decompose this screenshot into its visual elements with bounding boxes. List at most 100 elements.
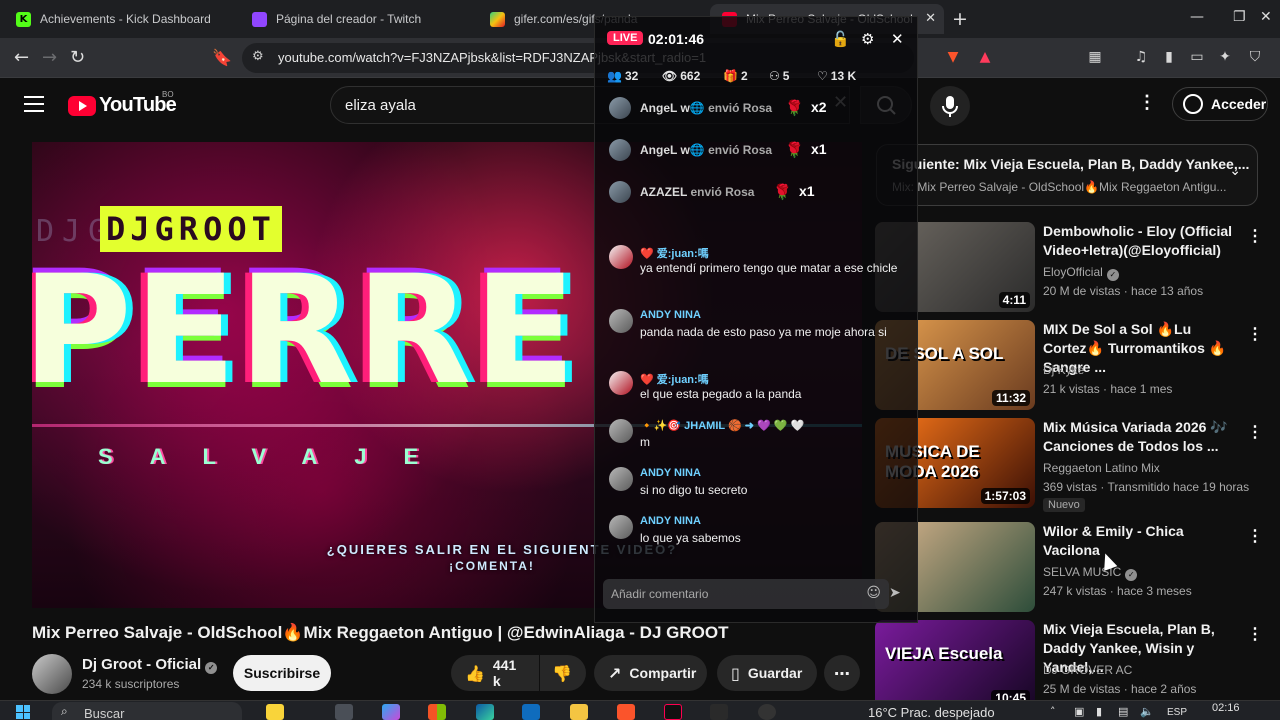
recommendation-card[interactable]: 4:11 Dembowholic - Eloy (Official Video+l… [875,222,1265,314]
site-info-icon[interactable]: ⚙ [252,49,264,64]
recommendation-card[interactable]: DE SOL A SOL 11:32 MIX De Sol a Sol 🔥Lu Co… [875,320,1265,412]
menu-icon[interactable] [24,96,44,112]
more-actions-button[interactable]: ⋯ [824,655,860,691]
comment-input[interactable]: Añadir comentario ☺ [603,579,889,609]
recommendation-card[interactable]: Wilor & Emily - Chica Vacilona SELVA MUSI… [875,522,1265,614]
tiktok-studio-icon[interactable] [710,704,728,720]
weather-widget[interactable]: 16°C Prac. despejado [868,705,995,720]
reload-icon[interactable]: ↻ [70,47,85,68]
edge-icon[interactable] [476,704,494,720]
windows-start-icon[interactable] [16,705,30,719]
minimize-icon[interactable]: — [1190,9,1204,25]
recommendation-title[interactable]: Wilor & Emily - Chica Vacilona [1043,522,1238,560]
save-button[interactable]: ▯ Guardar [717,655,817,691]
more-options-icon[interactable]: ⋮ [1247,526,1263,546]
forward-icon[interactable]: → [42,47,57,68]
dislike-button[interactable]: 👎 [540,655,586,691]
more-options-icon[interactable]: ⋮ [1247,324,1263,344]
usb-icon[interactable]: ▮ [1096,705,1102,718]
video-title: Mix Perreo Salvaje - OldSchool🔥Mix Regga… [32,623,729,642]
restore-icon[interactable]: ❐ [1233,9,1246,25]
task-view-icon[interactable] [335,704,353,720]
verified-check-icon: ✓ [1106,269,1119,281]
video-thumbnail[interactable]: VIEJA Escuela 10:45 [875,620,1035,710]
chat-avatar [609,467,633,491]
tab-kick[interactable]: K Achievements - Kick Dashboard [4,4,232,34]
file-explorer-icon[interactable] [570,704,588,720]
gift-count: x1 [811,141,827,157]
speaker-icon[interactable]: 🔈 [1140,705,1154,718]
recommendation-card[interactable]: VIEJA Escuela 10:45 Mix Vieja Escuela, Pla… [875,620,1265,712]
reader-mode-icon[interactable]: ▦ [1086,48,1104,66]
taskbar-search[interactable]: ⌕ Buscar [52,702,242,720]
send-icon[interactable]: ➤ [889,585,901,601]
recommendation-title[interactable]: Dembowholic - Eloy (Official Video+letra… [1043,222,1238,260]
up-next-panel[interactable]: Siguiente: Mix Vieja Escuela, Plan B, Da… [876,144,1258,206]
gifter-name: AZAZEL [640,185,688,199]
brave-browser-icon[interactable] [617,704,635,720]
thumbs-down-icon: 👎 [552,663,572,683]
chat-avatar [609,245,633,269]
tab-label: Página del creador - Twitch [276,12,422,26]
youtube-logo[interactable]: YouTube [68,94,177,117]
tray-app2-icon[interactable]: ▤ [1118,705,1128,718]
recommendation-card[interactable]: MUSICA DE MODA 2026 1:57:03 Mix Música Var… [875,418,1265,512]
bookmark-icon[interactable]: 🔖 [212,48,232,67]
wallet-icon[interactable]: ▭ [1188,48,1206,66]
obs-icon[interactable] [758,704,776,720]
chevron-down-icon[interactable]: ⌄ [1229,163,1241,179]
clock[interactable]: 02:16 [1212,702,1240,714]
like-button[interactable]: 👍 441 k [451,655,539,691]
microsoft-store-icon[interactable] [428,704,446,720]
outlook-icon[interactable] [522,704,540,720]
lock-icon[interactable]: 🔓 [831,30,850,48]
chat-username: ❤️ 爱:juan:嗎 [640,248,709,260]
voice-search-button[interactable] [930,86,970,126]
brave-rewards-icon[interactable]: ▲ [976,48,994,66]
tiktok-icon[interactable] [664,704,682,720]
gift-notification: AZAZEL envió Rosa 🌹 x1 [609,181,909,205]
recommendation-channel[interactable]: DJ GROVER AC [1043,663,1132,677]
vpn-icon[interactable]: ⛉ [1246,48,1264,66]
channel-name[interactable]: Dj Groot - Oficial ✓ [82,656,218,674]
settings-gear-icon[interactable]: ⚙ [861,30,874,48]
settings-more-icon[interactable]: ⋮ [1138,92,1156,113]
new-tab-icon[interactable]: + [952,8,968,30]
leo-ai-icon[interactable]: ✦ [1216,48,1234,66]
brave-shield-icon[interactable]: ▼ [944,48,962,66]
comment-placeholder: Añadir comentario [611,587,709,601]
sign-in-button[interactable]: Acceder [1172,87,1268,121]
sidebar-icon[interactable]: ▮ [1160,48,1178,66]
tab-twitch[interactable]: Página del creador - Twitch [240,4,476,34]
close-window-icon[interactable]: ✕ [1260,9,1272,25]
copilot-icon[interactable] [382,704,400,720]
views-count: 662 [680,69,701,83]
share-icon: ↗ [608,663,622,683]
recommendation-channel[interactable]: Reggaeton Latino Mix [1043,461,1160,475]
recommendation-title[interactable]: Mix Música Variada 2026 🎶 Canciones de T… [1043,418,1238,456]
close-tab-icon[interactable]: ✕ [925,10,936,26]
verified-check-icon: ✓ [1125,569,1138,581]
share-button[interactable]: ↗ Compartir [594,655,707,691]
more-options-icon[interactable]: ⋮ [1247,422,1263,442]
live-badge: LIVE [607,31,644,45]
tray-app-icon[interactable]: ▣ [1074,705,1084,718]
recommendation-channel[interactable]: EloyOfficial ✓ [1043,265,1119,281]
recommendation-channel[interactable]: Dj Kyke [1043,363,1084,377]
more-options-icon[interactable]: ⋮ [1247,624,1263,644]
close-chat-icon[interactable]: ✕ [891,30,904,48]
music-icon[interactable]: ♫ [1132,48,1150,66]
more-options-icon[interactable]: ⋮ [1247,226,1263,246]
recommendation-channel[interactable]: SELVA MUSIC ✓ [1043,565,1138,581]
widget-sparkle-icon[interactable] [266,704,284,720]
recommendation-meta: 20 M de vistas · hace 13 años [1043,284,1204,298]
viewers-count: 32 [624,69,639,83]
subscribe-button[interactable]: Suscribirse [233,655,331,691]
eye-icon: 👁 [662,69,678,83]
channel-avatar[interactable] [32,654,72,694]
emoji-icon[interactable]: ☺ [866,585,881,601]
back-icon[interactable]: ← [14,47,29,68]
channel-name-text: Reggaeton Latino Mix [1043,461,1160,475]
input-language[interactable]: ESP [1167,707,1187,718]
tray-expand-icon[interactable]: ˄ [1050,705,1056,718]
